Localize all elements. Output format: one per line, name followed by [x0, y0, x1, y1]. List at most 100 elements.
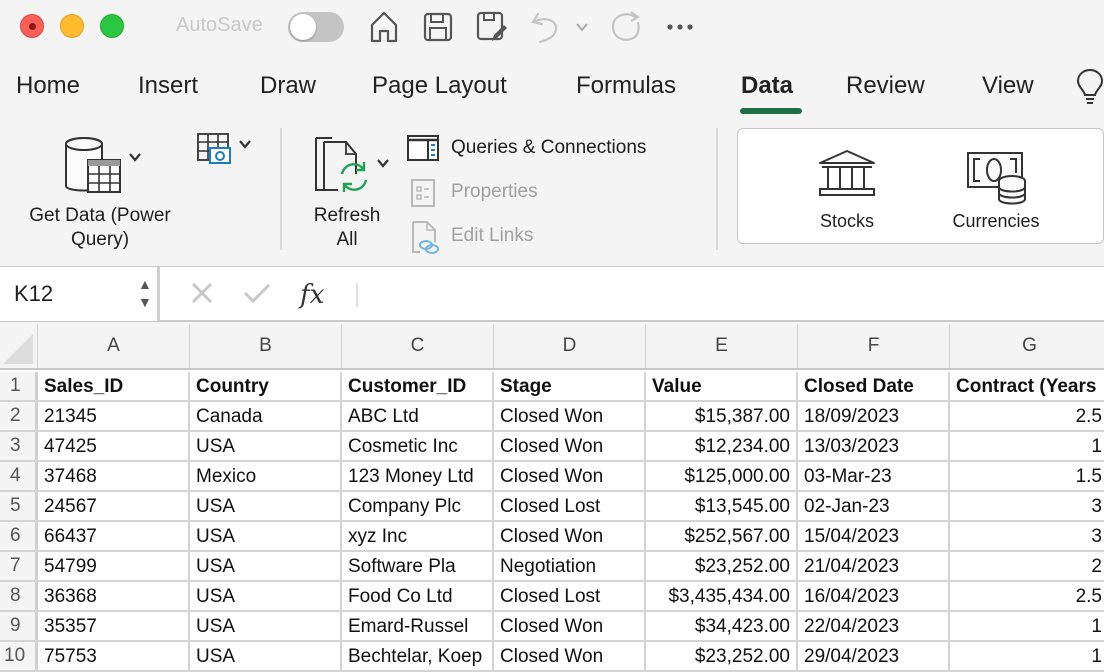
confirm-icon[interactable]	[242, 281, 272, 310]
column-header-b[interactable]: B	[190, 324, 342, 368]
cell-b3[interactable]: USA	[190, 432, 342, 460]
cell-a2[interactable]: 21345	[38, 402, 190, 430]
row-header[interactable]: 10	[0, 642, 38, 670]
more-icon[interactable]	[662, 8, 698, 46]
lightbulb-icon[interactable]	[1076, 68, 1104, 109]
cell-b9[interactable]: USA	[190, 612, 342, 640]
spinner-up-icon[interactable]: ▲	[138, 275, 152, 293]
undo-dropdown-icon[interactable]	[572, 8, 592, 46]
cell-b1[interactable]: Country	[190, 372, 342, 400]
cell-c4[interactable]: 123 Money Ltd	[342, 462, 494, 490]
cell-d9[interactable]: Closed Won	[494, 612, 646, 640]
cell-c9[interactable]: Emard-Russel	[342, 612, 494, 640]
stocks-button[interactable]: Stocks	[804, 139, 890, 239]
cell-e3[interactable]: $12,234.00	[646, 432, 798, 460]
cell-f4[interactable]: 03-Mar-23	[798, 462, 950, 490]
cell-f9[interactable]: 22/04/2023	[798, 612, 950, 640]
row-header[interactable]: 1	[0, 372, 38, 400]
cell-g6[interactable]: 3	[950, 522, 1104, 550]
cell-g1[interactable]: Contract (Years	[950, 372, 1104, 400]
cell-d2[interactable]: Closed Won	[494, 402, 646, 430]
cell-g3[interactable]: 1	[950, 432, 1104, 460]
cell-c8[interactable]: Food Co Ltd	[342, 582, 494, 610]
tab-page-layout[interactable]: Page Layout	[372, 72, 507, 100]
cell-a9[interactable]: 35357	[38, 612, 190, 640]
autosave-toggle[interactable]	[288, 12, 344, 42]
row-header[interactable]: 9	[0, 612, 38, 640]
insert-function-icon[interactable]: fx	[300, 280, 324, 310]
cell-c3[interactable]: Cosmetic Inc	[342, 432, 494, 460]
cell-g2[interactable]: 2.5	[950, 402, 1104, 430]
row-header[interactable]: 6	[0, 522, 38, 550]
cell-e8[interactable]: $3,435,434.00	[646, 582, 798, 610]
cell-b5[interactable]: USA	[190, 492, 342, 520]
cell-e9[interactable]: $34,423.00	[646, 612, 798, 640]
save-icon[interactable]	[420, 8, 456, 46]
cell-a5[interactable]: 24567	[38, 492, 190, 520]
cell-d1[interactable]: Stage	[494, 372, 646, 400]
cell-d7[interactable]: Negotiation	[494, 552, 646, 580]
cell-b4[interactable]: Mexico	[190, 462, 342, 490]
zoom-window-button[interactable]	[100, 14, 124, 38]
cell-a6[interactable]: 66437	[38, 522, 190, 550]
cell-g10[interactable]: 1	[950, 642, 1104, 670]
cell-b7[interactable]: USA	[190, 552, 342, 580]
cell-g4[interactable]: 1.5	[950, 462, 1104, 490]
cell-e10[interactable]: $23,252.00	[646, 642, 798, 670]
row-header[interactable]: 5	[0, 492, 38, 520]
row-header[interactable]: 8	[0, 582, 38, 610]
cell-e7[interactable]: $23,252.00	[646, 552, 798, 580]
cell-c10[interactable]: Bechtelar, Koep	[342, 642, 494, 670]
get-data-label[interactable]: Get Data (Power Query)	[10, 204, 190, 252]
cell-a10[interactable]: 75753	[38, 642, 190, 670]
cell-b6[interactable]: USA	[190, 522, 342, 550]
tab-data[interactable]: Data	[741, 72, 793, 100]
cell-a7[interactable]: 54799	[38, 552, 190, 580]
cell-g5[interactable]: 3	[950, 492, 1104, 520]
column-header-e[interactable]: E	[646, 324, 798, 368]
cell-e2[interactable]: $15,387.00	[646, 402, 798, 430]
cell-d3[interactable]: Closed Won	[494, 432, 646, 460]
cell-c5[interactable]: Company Plc	[342, 492, 494, 520]
cell-c7[interactable]: Software Pla	[342, 552, 494, 580]
cell-f10[interactable]: 29/04/2023	[798, 642, 950, 670]
column-header-a[interactable]: A	[38, 324, 190, 368]
cell-b8[interactable]: USA	[190, 582, 342, 610]
get-data-button[interactable]	[60, 134, 150, 198]
row-header[interactable]: 4	[0, 462, 38, 490]
column-header-d[interactable]: D	[494, 324, 646, 368]
cell-c1[interactable]: Customer_ID	[342, 372, 494, 400]
undo-icon[interactable]	[528, 8, 564, 46]
cell-f5[interactable]: 02-Jan-23	[798, 492, 950, 520]
column-header-c[interactable]: C	[342, 324, 494, 368]
cell-d8[interactable]: Closed Lost	[494, 582, 646, 610]
row-header[interactable]: 7	[0, 552, 38, 580]
row-header[interactable]: 3	[0, 432, 38, 460]
cell-e5[interactable]: $13,545.00	[646, 492, 798, 520]
column-header-f[interactable]: F	[798, 324, 950, 368]
tab-view[interactable]: View	[982, 72, 1034, 100]
cancel-icon[interactable]	[190, 281, 214, 310]
cell-c2[interactable]: ABC Ltd	[342, 402, 494, 430]
cell-f1[interactable]: Closed Date	[798, 372, 950, 400]
formula-input[interactable]	[370, 277, 1090, 313]
minimize-window-button[interactable]	[60, 14, 84, 38]
tab-draw[interactable]: Draw	[260, 72, 316, 100]
row-header[interactable]: 2	[0, 402, 38, 430]
cell-g9[interactable]: 1	[950, 612, 1104, 640]
refresh-all-button[interactable]	[312, 134, 394, 198]
cell-d5[interactable]: Closed Lost	[494, 492, 646, 520]
home-icon[interactable]	[366, 8, 402, 46]
spinner-down-icon[interactable]: ▼	[138, 293, 152, 311]
cell-g7[interactable]: 2	[950, 552, 1104, 580]
cell-g8[interactable]: 2.5	[950, 582, 1104, 610]
select-all-button[interactable]	[0, 324, 38, 368]
data-from-picture-button[interactable]	[196, 132, 256, 166]
name-box[interactable]: K12 ▲ ▼	[0, 267, 160, 321]
close-window-button[interactable]	[20, 14, 44, 38]
cell-f3[interactable]: 13/03/2023	[798, 432, 950, 460]
save-as-icon[interactable]	[474, 8, 510, 46]
tab-review[interactable]: Review	[846, 72, 925, 100]
queries-connections-button[interactable]: Queries & Connections	[406, 134, 706, 164]
cell-f2[interactable]: 18/09/2023	[798, 402, 950, 430]
